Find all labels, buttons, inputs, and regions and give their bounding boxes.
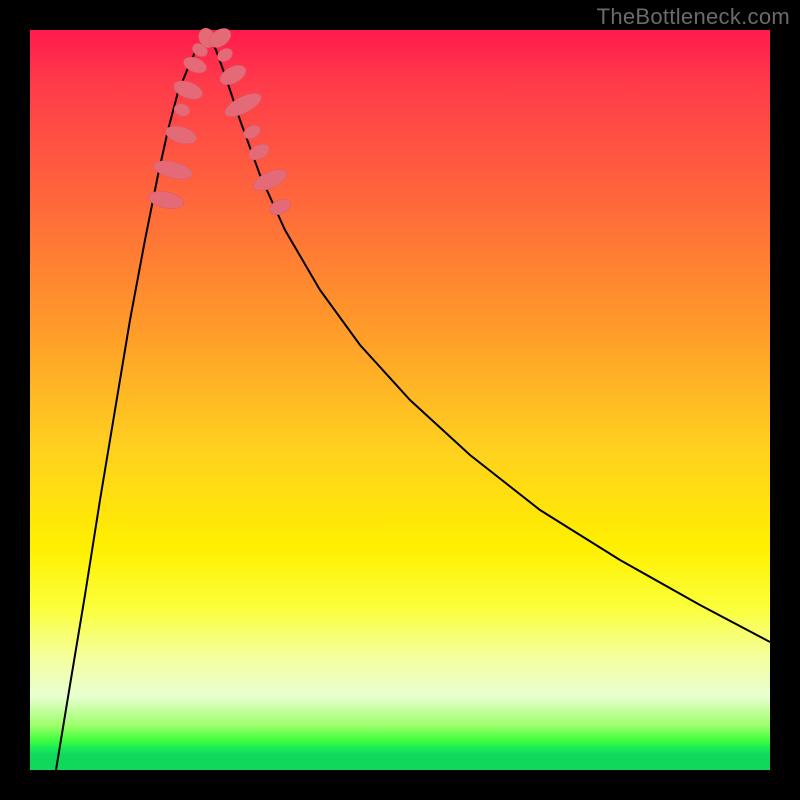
chart-frame: TheBottleneck.com: [0, 0, 800, 800]
chart-svg: [30, 30, 770, 770]
marker-dot: [241, 123, 262, 142]
marker-cluster: [147, 25, 293, 218]
plot-area: [30, 30, 770, 770]
marker-dot: [250, 165, 289, 195]
marker-dot: [147, 188, 186, 211]
marker-dot: [215, 46, 235, 64]
bottleneck-curve: [56, 35, 770, 770]
watermark-text: TheBottleneck.com: [597, 4, 790, 30]
marker-dot: [246, 141, 272, 163]
marker-dot: [222, 89, 265, 121]
